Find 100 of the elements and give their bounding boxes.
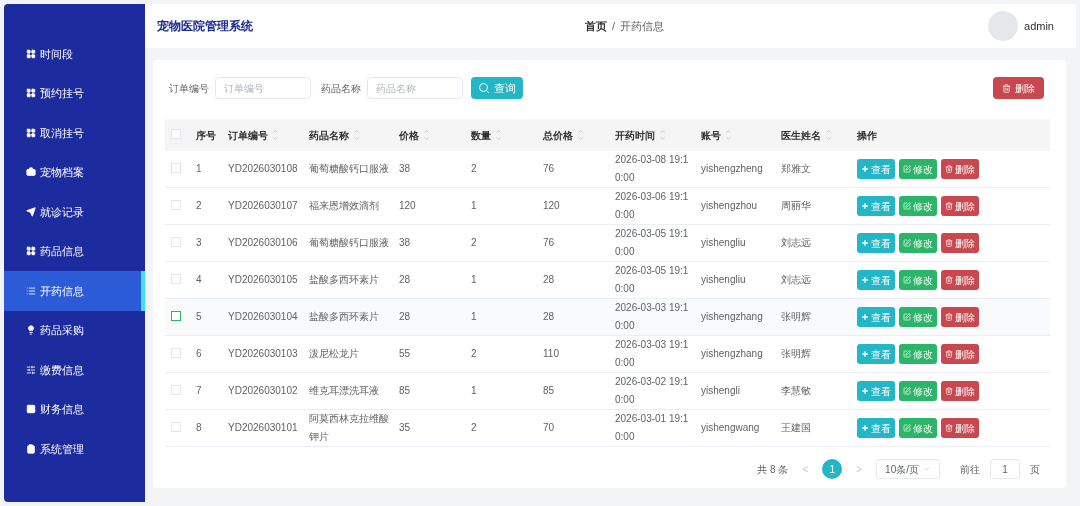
- checkbox[interactable]: [171, 310, 181, 321]
- delete-button[interactable]: 删除: [941, 196, 979, 216]
- view-button[interactable]: 查看: [857, 196, 895, 216]
- sidebar-item[interactable]: 药品信息: [4, 231, 145, 271]
- view-button[interactable]: 查看: [857, 159, 895, 179]
- edit-button[interactable]: 修改: [899, 159, 937, 179]
- table-row[interactable]: 5 YD2026030104 盐酸多西环素片 28 1 28 2026-03-03 19:10:00 yishengzhang 张明辉 查看 修改 删除: [165, 298, 1050, 336]
- table-cell-text: 盐酸多西环素片: [309, 273, 379, 287]
- table-row[interactable]: 3 YD2026030106 葡萄糖酸钙口服液 38 2 76 2026-03-05 19:10:00 yishengliu 刘志远 查看 修改 删除: [165, 224, 1050, 262]
- view-button[interactable]: 查看: [857, 233, 895, 253]
- trash-icon: [945, 202, 953, 210]
- table-cell-text: YD2026030105: [228, 273, 298, 287]
- delete-button[interactable]: 删除: [941, 381, 979, 401]
- table-cell-text: 2026-03-08 19:10:00: [615, 153, 690, 185]
- edit-icon: [903, 202, 911, 210]
- table-cell-text: 76: [543, 236, 555, 250]
- list-icon: [26, 285, 36, 296]
- table-cell-text: 刘志远: [781, 236, 811, 250]
- sidebar-item[interactable]: 药品采购: [4, 310, 145, 350]
- total-count: 共 8 条: [757, 462, 789, 477]
- table-cell-text: 5: [196, 310, 202, 324]
- table-cell-text: 38: [399, 236, 411, 250]
- sidebar-item[interactable]: 就诊记录: [4, 192, 145, 232]
- sidebar-item[interactable]: 取消挂号: [4, 113, 145, 153]
- table-cell-text: yishengzhang: [701, 310, 763, 324]
- username[interactable]: admin: [1024, 17, 1054, 35]
- sort-icon[interactable]: [272, 128, 279, 142]
- search-field[interactable]: 订单编号: [215, 77, 311, 99]
- delete-button[interactable]: 删除: [941, 307, 979, 327]
- edit-icon: [903, 313, 911, 321]
- delete-button[interactable]: 删除: [941, 344, 979, 364]
- table-row[interactable]: 1 YD2026030108 葡萄糖酸钙口服液 38 2 76 2026-03-08 19:10:00 yishengzheng 郑雅文 查看 修改 删除: [165, 151, 1050, 188]
- sort-icon[interactable]: [495, 128, 502, 142]
- table-cell-text: 1: [471, 199, 477, 213]
- search-field[interactable]: 药品名称: [367, 77, 463, 99]
- sort-icon[interactable]: [659, 128, 666, 142]
- table-cell-text: 刘志远: [781, 273, 811, 287]
- sidebar-item[interactable]: 宠物档案: [4, 152, 145, 192]
- edit-button[interactable]: 修改: [899, 344, 937, 364]
- page-size-select[interactable]: 10条/页: [876, 459, 940, 479]
- table-cell-text: 28: [399, 310, 411, 324]
- view-button[interactable]: 查看: [857, 270, 895, 290]
- table-cell-text: YD2026030106: [228, 236, 298, 250]
- edit-icon: [903, 424, 911, 432]
- sliders-icon: [26, 364, 36, 375]
- delete-button[interactable]: 删除: [941, 159, 979, 179]
- page-input[interactable]: 1: [990, 459, 1020, 479]
- table-cell-text: 2026-03-03 19:10:00: [615, 338, 690, 370]
- table-cell-text: 38: [399, 162, 411, 176]
- sort-icon[interactable]: [725, 128, 732, 142]
- edit-button[interactable]: 修改: [899, 381, 937, 401]
- breadcrumb-link[interactable]: 首页: [585, 17, 607, 35]
- sort-icon[interactable]: [423, 128, 430, 142]
- table-cell-text: 1: [471, 384, 477, 398]
- view-button[interactable]: 查看: [857, 381, 895, 401]
- edit-icon: [903, 387, 911, 395]
- edit-button[interactable]: 修改: [899, 196, 937, 216]
- edit-button[interactable]: 修改: [899, 270, 937, 290]
- avatar[interactable]: [988, 11, 1019, 41]
- search-button[interactable]: 查询: [471, 77, 523, 99]
- view-button[interactable]: 查看: [857, 307, 895, 327]
- sidebar-item[interactable]: 系统管理: [4, 429, 145, 469]
- delete-button[interactable]: 删除: [993, 77, 1044, 99]
- table-row[interactable]: 7 YD2026030102 维克耳漂洗耳液 85 1 85 2026-03-02 19:10:00 yishengli 李慧敏 查看 修改 删除: [165, 372, 1050, 410]
- table-row[interactable]: 2 YD2026030107 福来恩增效滴剂 120 1 120 2026-03-06 19:10:00 yishengzhou 周丽华 查看 修改 删除: [165, 187, 1050, 225]
- delete-button[interactable]: 删除: [941, 233, 979, 253]
- table-cell-text: 周丽华: [781, 199, 811, 213]
- table-row[interactable]: 4 YD2026030105 盐酸多西环素片 28 1 28 2026-03-05 19:10:00 yishengliu 刘志远 查看 修改 删除: [165, 261, 1050, 299]
- edit-button[interactable]: 修改: [899, 233, 937, 253]
- view-button[interactable]: 查看: [857, 344, 895, 364]
- table-row[interactable]: 8 YD2026030101 阿莫西林克拉维酸钾片 35 2 70 2026-03-01 19:10:00 yishengwang 王建国 查看 修改 删除: [165, 409, 1050, 447]
- plus-icon: [861, 387, 869, 395]
- sidebar-item[interactable]: 时间段: [4, 34, 145, 74]
- delete-button[interactable]: 删除: [941, 418, 979, 438]
- table-cell-text: 6: [196, 347, 202, 361]
- table-cell-text: 2026-03-02 19:10:00: [615, 375, 690, 407]
- table-cell-text: 7: [196, 384, 202, 398]
- table-cell-text: yishengli: [701, 384, 740, 398]
- trash-icon: [945, 165, 953, 173]
- sidebar-item[interactable]: 财务信息: [4, 389, 145, 429]
- sort-icon[interactable]: [825, 128, 832, 142]
- sidebar-item[interactable]: 预约挂号: [4, 73, 145, 113]
- sidebar-item[interactable]: 缴费信息: [4, 350, 145, 390]
- view-button[interactable]: 查看: [857, 418, 895, 438]
- table-cell-text: 阿莫西林克拉维酸钾片: [309, 412, 390, 444]
- plus-icon: [861, 202, 869, 210]
- edit-button[interactable]: 修改: [899, 418, 937, 438]
- table-row[interactable]: 6 YD2026030103 泼尼松龙片 55 2 110 2026-03-03 19:10:00 yishengzhang 张明辉 查看 修改 删除: [165, 335, 1050, 373]
- delete-button[interactable]: 删除: [941, 270, 979, 290]
- edit-button[interactable]: 修改: [899, 307, 937, 327]
- table-cell-text: yishengwang: [701, 421, 760, 435]
- column-header: 账号: [701, 128, 721, 143]
- page-button[interactable]: 1: [822, 459, 843, 479]
- table-cell-text: yishengzhang: [701, 347, 763, 361]
- table-cell-text: 55: [399, 347, 411, 361]
- sidebar-item[interactable]: 开药信息: [4, 271, 145, 311]
- sort-icon[interactable]: [353, 128, 360, 142]
- sort-icon[interactable]: [577, 128, 584, 142]
- table-cell-text: 2: [471, 421, 477, 435]
- trash-icon: [945, 313, 953, 321]
